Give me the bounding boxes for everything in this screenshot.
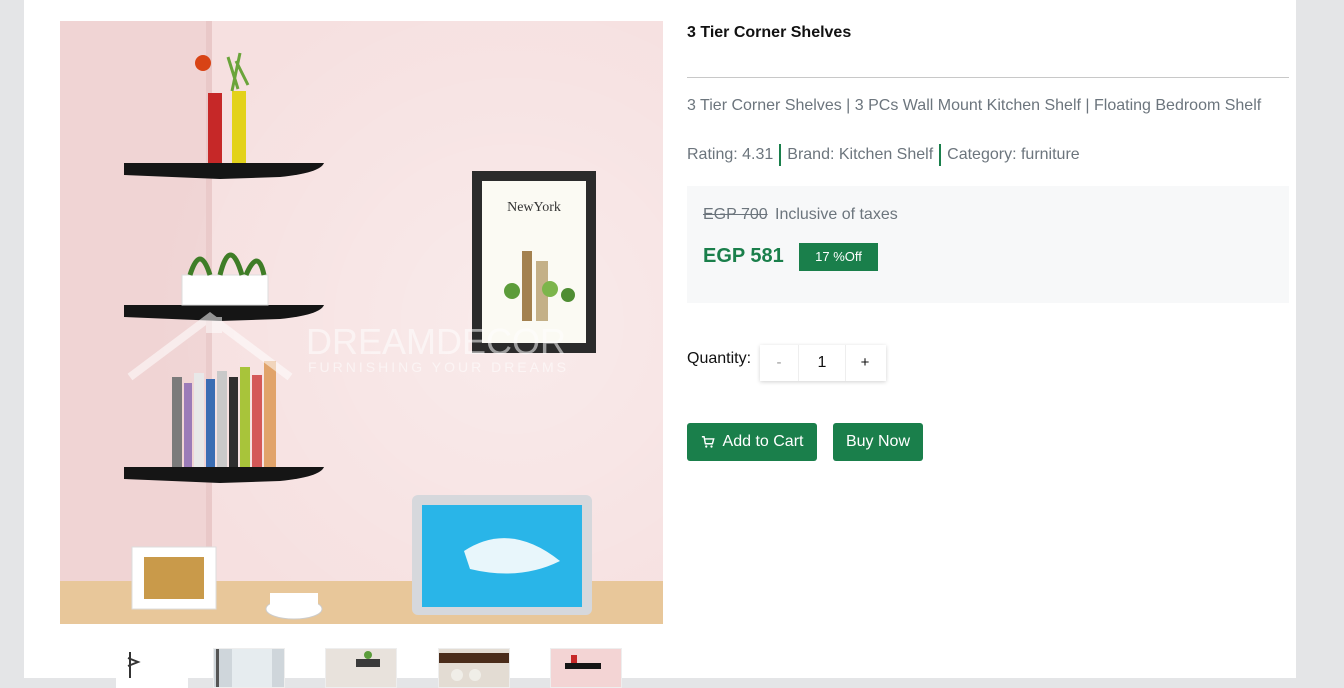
thumbnail-3[interactable] <box>325 648 397 688</box>
old-price: EGP 700 <box>703 206 768 223</box>
rating-text: Rating: 4.31 <box>687 146 774 163</box>
discount-badge: 17 %Off <box>799 243 878 271</box>
quantity-input[interactable] <box>799 345 845 381</box>
product-description: 3 Tier Corner Shelves | 3 PCs Wall Mount… <box>687 97 1262 114</box>
product-meta: Rating: 4.31 Brand: Kitchen Shelf Catego… <box>687 144 1080 166</box>
thumbnail-2[interactable] <box>213 648 285 688</box>
thumbnail-4[interactable] <box>438 648 510 688</box>
buy-now-button[interactable]: Buy Now <box>833 423 923 461</box>
current-price: EGP 581 <box>703 245 784 267</box>
poster-text: NewYork <box>507 200 561 215</box>
shopping-cart-icon <box>701 436 715 448</box>
tax-note: Inclusive of taxes <box>775 206 898 223</box>
add-to-cart-button[interactable]: Add to Cart <box>687 423 817 461</box>
product-details: 3 Tier Corner Shelves 3 Tier Corner Shel… <box>687 0 1289 678</box>
thumbnail-1[interactable] <box>116 648 188 688</box>
quantity-label: Quantity: <box>687 350 752 367</box>
add-to-cart-label: Add to Cart <box>722 433 804 450</box>
thumbnail-5[interactable] <box>550 648 622 688</box>
product-title: 3 Tier Corner Shelves <box>687 24 852 41</box>
thumbnail-strip <box>60 648 663 688</box>
quantity-stepper: - + <box>760 345 886 381</box>
increment-button[interactable]: + <box>845 345 884 381</box>
divider <box>687 77 1289 78</box>
watermark-brand: DREAMDECOR <box>306 321 566 362</box>
product-main-image[interactable]: NewYork DREAMDECOR FURNISHING YOUR DREAM… <box>60 21 663 624</box>
decrement-button[interactable]: - <box>760 345 799 381</box>
meta-separator <box>939 144 942 166</box>
watermark-tagline: FURNISHING YOUR DREAMS <box>308 359 569 375</box>
category-text: Category: furniture <box>947 146 1080 163</box>
brand-text: Brand: Kitchen Shelf <box>787 146 934 163</box>
meta-separator <box>779 144 782 166</box>
price-box: EGP 700 Inclusive of taxes EGP 581 17 %O… <box>687 186 1289 303</box>
product-page: NewYork DREAMDECOR FURNISHING YOUR DREAM… <box>24 0 1296 688</box>
